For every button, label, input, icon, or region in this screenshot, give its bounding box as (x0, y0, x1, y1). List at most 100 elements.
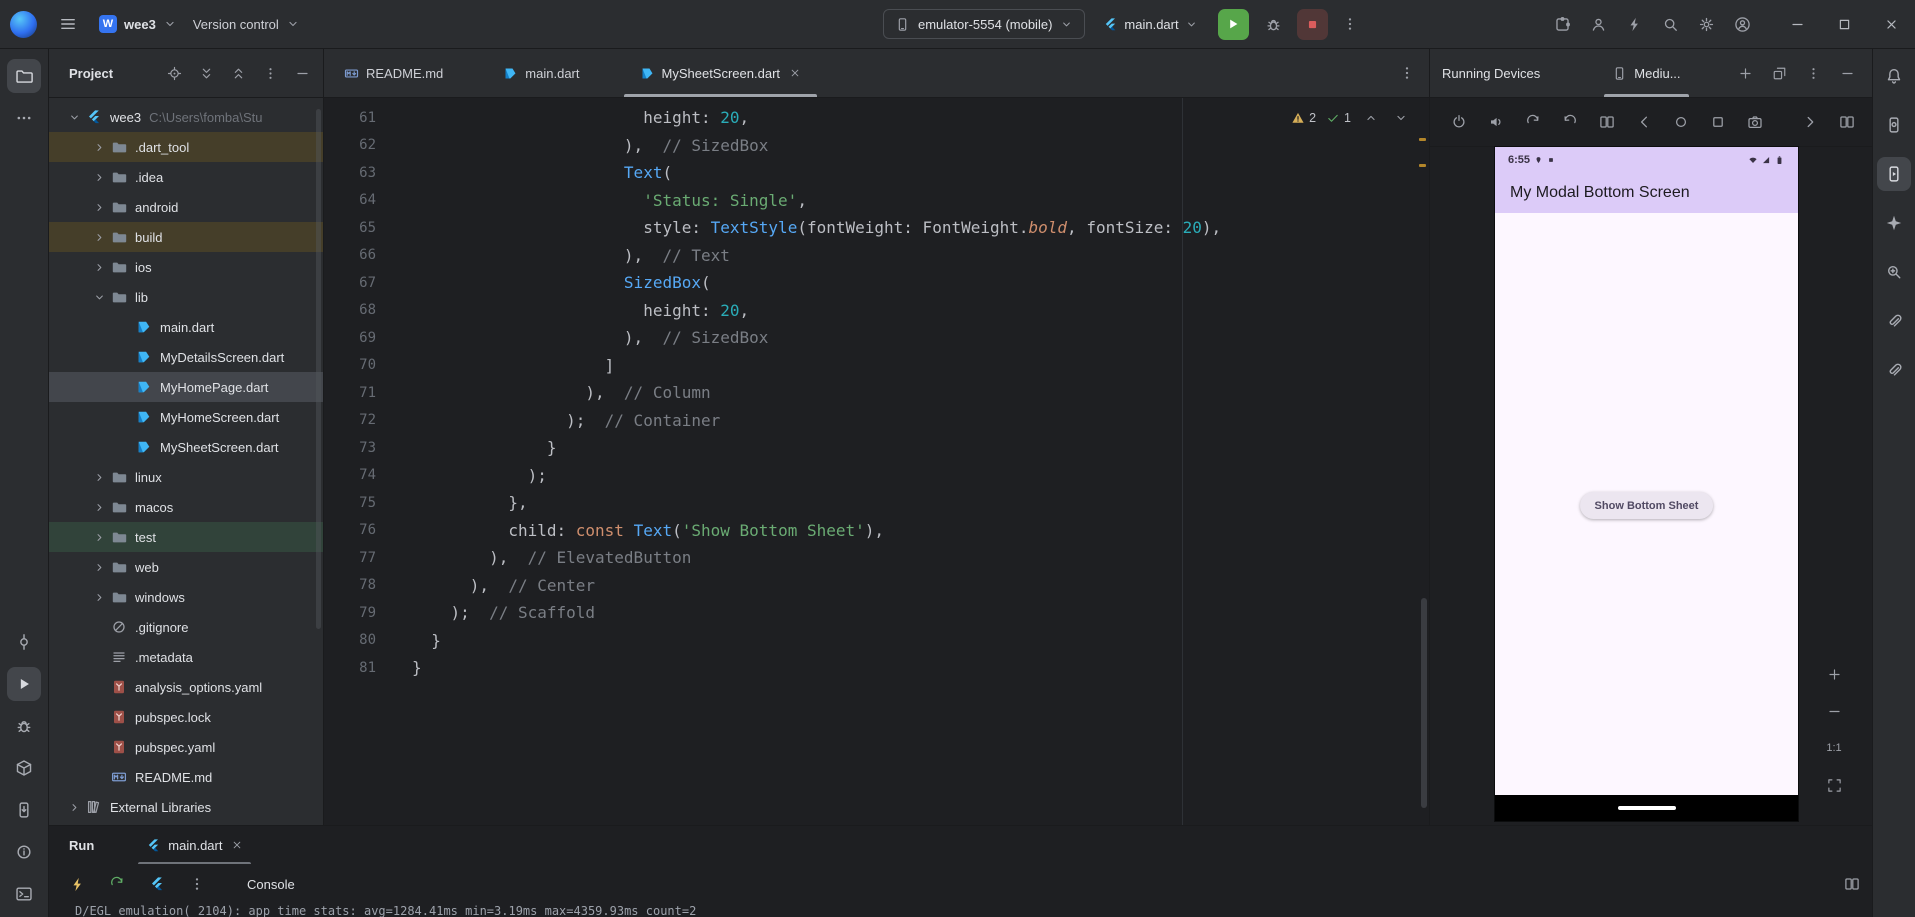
line-number[interactable]: 65 (324, 220, 376, 236)
line-number[interactable]: 75 (324, 495, 376, 511)
show-bottom-sheet-button[interactable]: Show Bottom Sheet (1579, 492, 1714, 519)
more-device-actions-button[interactable] (1799, 111, 1821, 133)
editor-scrollbar[interactable] (1421, 598, 1427, 808)
line-number[interactable]: 61 (324, 110, 376, 126)
window-minimize-button[interactable] (1774, 0, 1821, 49)
hide-project-button[interactable] (289, 60, 315, 86)
window-maximize-button[interactable] (1821, 0, 1868, 49)
hot-restart-button[interactable] (105, 872, 129, 896)
code-text[interactable]: Text( (376, 163, 672, 182)
line-number[interactable]: 76 (324, 522, 376, 538)
tree-item-lib[interactable]: lib (49, 282, 323, 312)
vcs-widget[interactable]: Version control (193, 17, 300, 32)
chevron-right-icon[interactable] (88, 501, 110, 514)
search-everywhere-button[interactable] (1652, 7, 1688, 41)
zoom-out-button[interactable] (1822, 699, 1846, 723)
project-widget[interactable]: W wee3 (99, 15, 177, 33)
line-number[interactable]: 62 (324, 137, 376, 153)
line-number[interactable]: 66 (324, 247, 376, 263)
chevron-right-icon[interactable] (88, 201, 110, 214)
app-quality-insights-button[interactable] (1877, 255, 1911, 289)
line-number[interactable]: 64 (324, 192, 376, 208)
code-text[interactable]: } (376, 631, 441, 650)
run-tool-button[interactable] (7, 667, 41, 701)
tree-item-MySheetScreen.dart[interactable]: MySheetScreen.dart (49, 432, 323, 462)
tree-item-MyHomeScreen.dart[interactable]: MyHomeScreen.dart (49, 402, 323, 432)
line-number[interactable]: 67 (324, 275, 376, 291)
more-run-actions-button[interactable] (1336, 10, 1364, 38)
commit-tool-button[interactable] (7, 625, 41, 659)
gesture-pill[interactable] (1617, 806, 1676, 810)
code-text[interactable]: ); (376, 466, 547, 485)
terminal-tool-button[interactable] (7, 877, 41, 911)
tree-item-macos[interactable]: macos (49, 492, 323, 522)
chevron-right-icon[interactable] (88, 141, 110, 154)
tree-item-MyDetailsScreen.dart[interactable]: MyDetailsScreen.dart (49, 342, 323, 372)
android-back-button[interactable] (1633, 111, 1655, 133)
main-menu-button[interactable] (53, 9, 83, 39)
line-number[interactable]: 72 (324, 412, 376, 428)
locate-file-button[interactable] (161, 60, 187, 86)
run-tab-main-dart[interactable]: main.dart (136, 826, 253, 864)
code-text[interactable]: style: TextStyle(fontWeight: FontWeight.… (376, 218, 1221, 237)
code-text[interactable]: ), // Center (376, 576, 595, 595)
debug-button[interactable] (1259, 9, 1289, 39)
chevron-right-icon[interactable] (63, 801, 85, 814)
debug-tool-button[interactable] (7, 709, 41, 743)
line-number[interactable]: 68 (324, 302, 376, 318)
tree-item-analysis_options.yaml[interactable]: analysis_options.yaml (49, 672, 323, 702)
line-number[interactable]: 74 (324, 467, 376, 483)
device-tab[interactable]: Mediu... (1602, 49, 1690, 97)
float-window-button[interactable] (1766, 60, 1792, 86)
close-tab-icon[interactable] (231, 839, 243, 851)
rotate-right-button[interactable] (1559, 111, 1581, 133)
ok-indicator[interactable]: 1 (1326, 111, 1351, 125)
code-text[interactable]: ), // Text (376, 246, 730, 265)
code-with-me-button[interactable] (1580, 7, 1616, 41)
warning-stripe-mark[interactable] (1419, 164, 1426, 167)
flutter-devtools-button[interactable] (145, 872, 169, 896)
running-devices-button[interactable] (1877, 157, 1911, 191)
code-text[interactable]: ), // SizedBox (376, 328, 769, 347)
chevron-right-icon[interactable] (88, 261, 110, 274)
split-console-button[interactable] (1845, 872, 1872, 896)
run-options-button[interactable] (185, 872, 209, 896)
code-text[interactable]: ); // Container (376, 411, 720, 430)
tree-item-ios[interactable]: ios (49, 252, 323, 282)
power-button[interactable] (1448, 111, 1470, 133)
tree-item-.metadata[interactable]: .metadata (49, 642, 323, 672)
code-text[interactable]: height: 20, (376, 301, 749, 320)
run-configuration-selector[interactable]: main.dart (1103, 17, 1197, 32)
chevron-right-icon[interactable] (88, 591, 110, 604)
line-number[interactable]: 80 (324, 632, 376, 648)
chevron-down-icon[interactable] (88, 291, 110, 304)
devices-options-button[interactable] (1800, 60, 1826, 86)
hide-devices-button[interactable] (1834, 60, 1860, 86)
line-number[interactable]: 81 (324, 660, 376, 676)
line-number[interactable]: 70 (324, 357, 376, 373)
code-text[interactable]: } (376, 658, 422, 677)
prev-problem-button[interactable] (1361, 108, 1381, 128)
attach-debugger-button[interactable] (1877, 353, 1911, 387)
project-tool-button[interactable] (7, 59, 41, 93)
line-number[interactable]: 79 (324, 605, 376, 621)
chevron-right-icon[interactable] (88, 561, 110, 574)
close-tab-icon[interactable] (789, 67, 801, 79)
code-text[interactable]: ), // ElevatedButton (376, 548, 691, 567)
code-text[interactable]: child: const Text('Show Bottom Sheet'), (376, 521, 884, 540)
code-text[interactable]: height: 20, (376, 108, 749, 127)
fold-device-button[interactable] (1596, 111, 1618, 133)
zoom-actual-size-button[interactable]: 1:1 (1822, 736, 1846, 760)
plugins-button[interactable] (1544, 7, 1580, 41)
display-mode-button[interactable] (1836, 111, 1858, 133)
emulator-screen[interactable]: 6:55 My Modal Bottom Screen Show Bottom … (1495, 147, 1798, 821)
tree-item-linux[interactable]: linux (49, 462, 323, 492)
tree-item-README.md[interactable]: README.md (49, 762, 323, 792)
chevron-right-icon[interactable] (88, 171, 110, 184)
rotate-left-button[interactable] (1522, 111, 1544, 133)
notifications-button[interactable] (1877, 59, 1911, 93)
tree-item-External Libraries[interactable]: External Libraries (49, 792, 323, 822)
warning-stripe-mark[interactable] (1419, 138, 1426, 141)
zoom-to-fit-button[interactable] (1822, 773, 1846, 797)
tab-readme[interactable]: README.md (326, 49, 461, 97)
